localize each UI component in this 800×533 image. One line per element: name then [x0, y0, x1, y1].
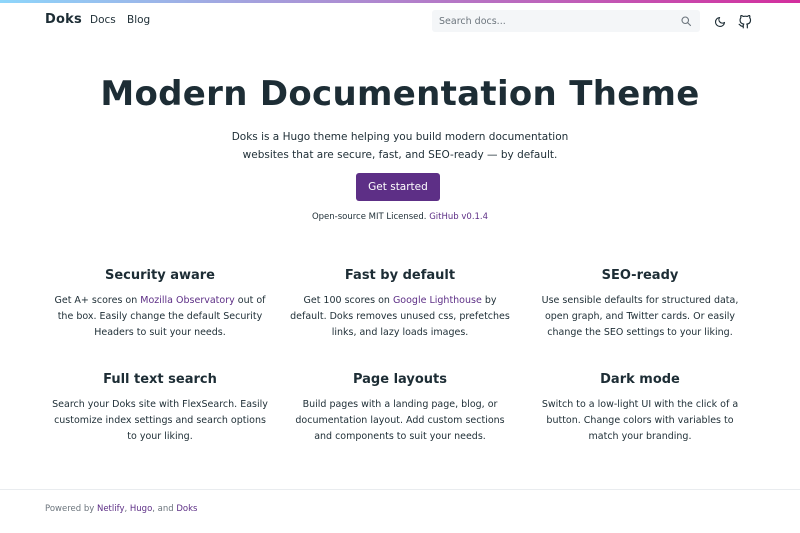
features-grid: Security aware Get A+ scores on Mozilla … — [40, 268, 760, 476]
doks-link[interactable]: Doks — [176, 504, 197, 514]
hero-lead-line-2: websites that are secure, fast, and SEO-… — [242, 149, 558, 161]
hero-lead-line-1: Doks is a Hugo theme helping you build m… — [231, 131, 569, 143]
feature-fast: Fast by default Get 100 scores on Google… — [280, 268, 520, 372]
feature-search: Full text search Search your Doks site w… — [40, 372, 280, 476]
feature-security: Security aware Get A+ scores on Mozilla … — [40, 268, 280, 372]
license-text: Open-source MIT Licensed. — [311, 212, 427, 222]
feature-dark-mode: Dark mode Switch to a low-light UI with … — [520, 372, 760, 476]
brand-logo[interactable]: Doks — [45, 12, 82, 27]
search-icon[interactable] — [680, 15, 692, 27]
hero-lead: Doks is a Hugo theme helping you build m… — [200, 128, 600, 164]
feature-text: Get 100 scores on Google Lighthouse by d… — [290, 295, 510, 338]
github-version-link[interactable]: GitHub v0.1.4 — [429, 212, 488, 222]
netlify-link[interactable]: Netlify — [97, 504, 125, 514]
feature-text: Switch to a low-light UI with the click … — [541, 399, 739, 442]
feature-title: Page layouts — [352, 372, 448, 387]
search-box — [432, 10, 700, 32]
feature-text: Build pages with a landing page, blog, o… — [295, 399, 505, 442]
hero-title: Modern Documentation Theme — [100, 74, 700, 114]
nav-link-docs[interactable]: Docs — [90, 14, 116, 26]
nav-link-blog[interactable]: Blog — [127, 14, 150, 26]
get-started-button[interactable]: Get started — [356, 173, 440, 201]
feature-title: Full text search — [103, 372, 217, 387]
feature-layouts: Page layouts Build pages with a landing … — [280, 372, 520, 476]
google-lighthouse-link[interactable]: Google Lighthouse — [393, 295, 482, 306]
hugo-link[interactable]: Hugo — [130, 504, 152, 514]
feature-title: Fast by default — [344, 268, 456, 283]
feature-text: Get A+ scores on Mozilla Observatory out… — [54, 295, 266, 338]
feature-seo: SEO-ready Use sensible defaults for stru… — [520, 268, 760, 372]
navbar: Doks Docs Blog — [0, 3, 800, 37]
feature-text: Search your Doks site with FlexSearch. E… — [52, 399, 268, 442]
feature-title: SEO-ready — [601, 268, 679, 283]
github-icon[interactable] — [738, 15, 752, 29]
feature-title: Dark mode — [600, 372, 680, 387]
moon-icon[interactable] — [714, 16, 726, 28]
search-input[interactable] — [432, 10, 672, 32]
footer: Powered by Netlify, Hugo, and Doks — [0, 489, 800, 533]
feature-title: Security aware — [104, 268, 215, 283]
footer-credits: Powered by Netlify, Hugo, and Doks — [45, 504, 198, 514]
feature-text: Use sensible defaults for structured dat… — [541, 295, 739, 338]
mozilla-observatory-link[interactable]: Mozilla Observatory — [140, 295, 234, 306]
hero-meta: Open-source MIT Licensed. GitHub v0.1.4 — [0, 212, 800, 222]
